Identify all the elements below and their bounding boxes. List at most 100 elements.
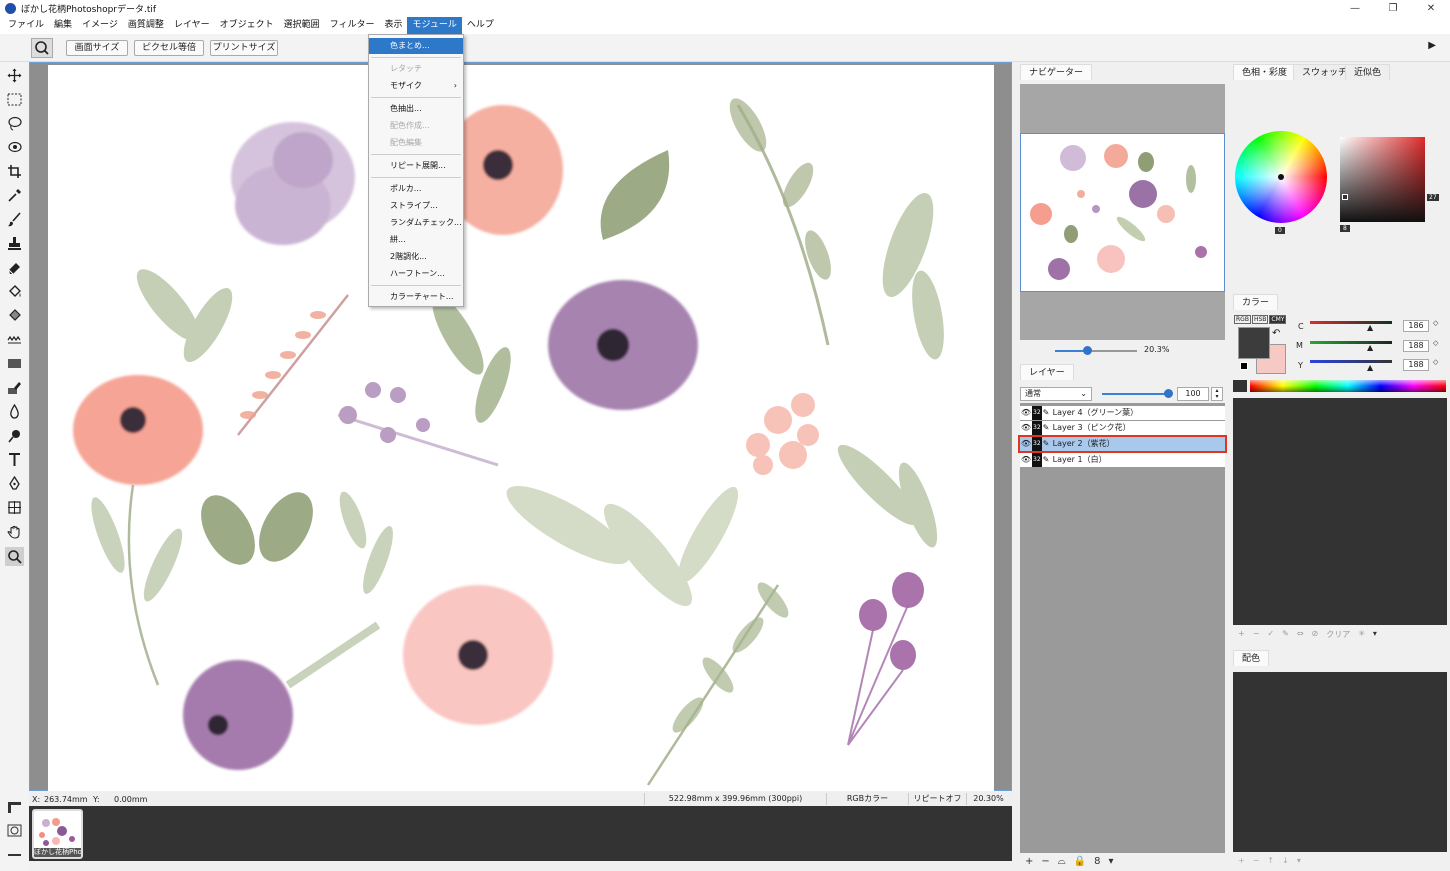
ban-icon[interactable]: ⊘	[1312, 629, 1319, 640]
stamp-icon[interactable]	[5, 234, 24, 253]
rect-select-icon[interactable]	[5, 90, 24, 109]
mode-hsb[interactable]: HSB	[1251, 315, 1269, 324]
channel-c-value[interactable]: 186	[1403, 320, 1429, 332]
rectangle-shape-icon[interactable]	[5, 354, 24, 373]
channel-y-value[interactable]: 188	[1403, 359, 1429, 371]
swap-swatch-icon[interactable]: ⇔	[1297, 629, 1304, 640]
mode-cmy[interactable]: CMY	[1269, 315, 1287, 324]
panel-toggle-icon[interactable]: ▶	[1428, 40, 1436, 51]
repeat-status[interactable]: リピートオフ	[908, 793, 966, 805]
brush-icon[interactable]	[5, 210, 24, 229]
asterisk-icon[interactable]: ✳	[1358, 629, 1365, 640]
color-tab[interactable]: カラー	[1233, 294, 1279, 310]
remove-swatch-icon[interactable]: −	[1253, 629, 1260, 640]
tab-hue-saturation[interactable]: 色相・彩度	[1233, 64, 1297, 80]
screen-mode-icon[interactable]	[5, 846, 24, 865]
menu-edit[interactable]: 編集	[49, 17, 77, 34]
delete-layer-icon[interactable]: −	[1041, 856, 1049, 867]
opacity-stepper[interactable]: ▴ ▾	[1211, 387, 1223, 401]
add-layer-icon[interactable]: +	[1025, 856, 1033, 867]
zoom-icon[interactable]	[5, 547, 24, 566]
check-icon[interactable]: ✓	[1267, 629, 1274, 640]
add-swatch-icon[interactable]: +	[1238, 629, 1245, 640]
fill-icon[interactable]	[5, 282, 24, 301]
menu-layer[interactable]: レイヤー	[169, 17, 215, 34]
move-tool-icon[interactable]	[5, 66, 24, 85]
add-scheme-icon[interactable]: +	[1238, 856, 1245, 865]
menu-item-random-check[interactable]: ランダムチェック...	[369, 215, 463, 231]
menu-item-repeat[interactable]: リピート展開...	[369, 158, 463, 174]
eyedropper-icon[interactable]	[5, 186, 24, 205]
pattern-icon[interactable]	[5, 330, 24, 349]
lock-icon[interactable]: 🔒	[1074, 856, 1086, 867]
menu-select[interactable]: 選択範囲	[279, 17, 325, 34]
channel-m-thumb-icon[interactable]: ▲	[1367, 343, 1373, 352]
menu-module[interactable]: モジュール	[407, 17, 462, 34]
maximize-button[interactable]: ❐	[1374, 0, 1412, 17]
menu-adjust[interactable]: 画質調整	[123, 17, 169, 34]
eye-icon[interactable]: 👁	[1020, 421, 1032, 435]
opacity-input[interactable]: 100	[1177, 387, 1209, 401]
scheme-grid[interactable]	[1233, 672, 1447, 852]
swatch-grid[interactable]	[1233, 398, 1447, 625]
menu-file[interactable]: ファイル	[3, 17, 49, 34]
edit-swatch-icon[interactable]: ✎	[1282, 629, 1289, 640]
channel-m-stepper[interactable]: ◇	[1433, 339, 1438, 347]
grid-transform-icon[interactable]	[5, 498, 24, 517]
document-canvas[interactable]	[48, 65, 994, 791]
color-spectrum-bar[interactable]	[1250, 380, 1446, 392]
pen-shape-icon[interactable]	[5, 378, 24, 397]
layer-menu-icon[interactable]: ▾	[1109, 856, 1114, 867]
layer-row-4[interactable]: 👁 32 ✎ Layer 4（グリーン葉）	[1020, 406, 1225, 420]
hand-icon[interactable]	[5, 522, 24, 541]
move-up-icon[interactable]: ↑	[1267, 856, 1274, 865]
drop-icon[interactable]	[5, 402, 24, 421]
zoom-status[interactable]: 20.30%	[966, 793, 1010, 805]
menu-item-stripe[interactable]: ストライプ...	[369, 198, 463, 214]
menu-view[interactable]: 表示	[379, 17, 407, 34]
mode-rgb[interactable]: RGB	[1234, 315, 1251, 324]
menu-help[interactable]: ヘルプ	[462, 17, 499, 34]
channel-c-stepper[interactable]: ◇	[1433, 319, 1438, 327]
default-colors-icon[interactable]	[1240, 362, 1248, 370]
tab-similar-colors[interactable]: 近似色	[1345, 64, 1391, 80]
menu-object[interactable]: オブジェクト	[215, 17, 279, 34]
link-icon[interactable]: 8	[1094, 856, 1100, 867]
swatch-menu-icon[interactable]: ▾	[1373, 629, 1377, 640]
saturation-picker[interactable]	[1342, 194, 1348, 200]
navigator-tab[interactable]: ナビゲーター	[1020, 64, 1093, 80]
layer-row-2[interactable]: 👁 32 ✎ Layer 2（紫花）	[1018, 435, 1227, 453]
channel-y-slider[interactable]	[1310, 360, 1392, 363]
move-down-icon[interactable]: ↓	[1282, 856, 1289, 865]
lasso-icon[interactable]	[5, 114, 24, 133]
eye-icon[interactable]: 👁	[1020, 453, 1032, 467]
foreground-color-swatch[interactable]	[1238, 327, 1270, 359]
channel-c-slider[interactable]	[1310, 321, 1392, 324]
remove-scheme-icon[interactable]: −	[1253, 856, 1260, 865]
eraser-icon[interactable]	[5, 258, 24, 277]
screen-size-button[interactable]: 画面サイズ	[66, 40, 128, 56]
zoom-tool-icon[interactable]	[31, 38, 53, 58]
magic-select-icon[interactable]	[5, 138, 24, 157]
crop-icon[interactable]	[5, 162, 24, 181]
menu-item-halftone[interactable]: ハーフトーン...	[369, 266, 463, 282]
smudge-icon[interactable]	[5, 426, 24, 445]
swap-colors-icon[interactable]: ↶	[1272, 328, 1280, 339]
channel-y-stepper[interactable]: ◇	[1433, 358, 1438, 366]
minimize-button[interactable]: —	[1336, 0, 1374, 17]
opacity-slider[interactable]	[1164, 389, 1173, 398]
layer-row-1[interactable]: 👁 32 ✎ Layer 1（白）	[1020, 453, 1225, 467]
scheme-menu-icon[interactable]: ▾	[1297, 856, 1301, 865]
blend-mode-select[interactable]: 通常 ⌄	[1020, 387, 1092, 401]
spectrum-mode-icon[interactable]	[1233, 380, 1247, 392]
layer-row-3[interactable]: 👁 32 ✎ Layer 3（ピンク花）	[1020, 421, 1225, 435]
menu-item-kasuri[interactable]: 絣...	[369, 232, 463, 248]
menu-item-mosaic[interactable]: モザイク ›	[369, 78, 463, 94]
menu-item-color-extract[interactable]: 色抽出...	[369, 101, 463, 117]
clear-swatches-button[interactable]: クリア	[1326, 629, 1350, 640]
close-button[interactable]: ✕	[1412, 0, 1450, 17]
menu-image[interactable]: イメージ	[77, 17, 123, 34]
merge-icon[interactable]: ⌓	[1058, 856, 1066, 867]
eye-icon[interactable]: 👁	[1020, 406, 1032, 420]
menu-item-polka[interactable]: ポルカ...	[369, 181, 463, 197]
